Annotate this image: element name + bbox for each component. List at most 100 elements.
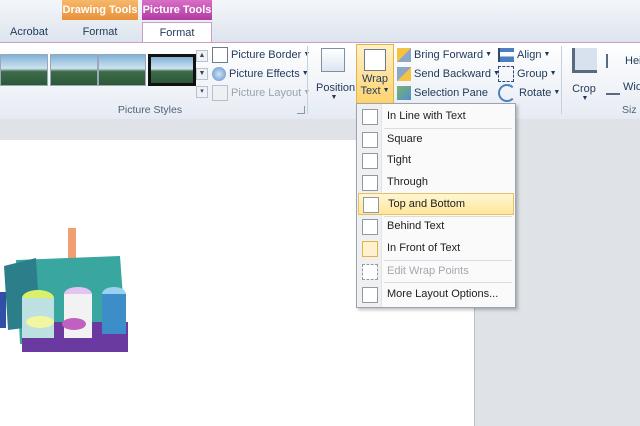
picture-effects-label: Picture Effects — [229, 68, 300, 80]
dropdown-arrow-icon: ▼ — [553, 89, 561, 97]
menu-item-more-layout-options[interactable]: More Layout Options... — [358, 284, 514, 304]
dropdown-arrow-icon: ▼ — [382, 87, 390, 95]
dialog-launcher-icon[interactable] — [297, 106, 305, 114]
picture-layout-label: Picture Layout — [231, 87, 302, 99]
bring-forward-label: Bring Forward — [414, 49, 484, 61]
group-button[interactable]: Group ▼ — [498, 65, 557, 83]
picture-style-thumb-4[interactable] — [148, 54, 196, 86]
clip-art-image[interactable] — [0, 226, 140, 364]
group-divider — [307, 46, 308, 114]
drawing-tools-context-label: Drawing Tools — [62, 0, 138, 20]
in-line-wrap-icon — [362, 109, 378, 125]
liquid-shape — [62, 318, 86, 330]
align-label: Align — [517, 49, 542, 61]
menu-item-edit-wrap-points[interactable]: Edit Wrap Points — [358, 261, 514, 281]
dropdown-arrow-icon: ▼ — [330, 94, 338, 101]
tab-acrobat[interactable]: Acrobat — [0, 22, 58, 42]
wrap-text-button[interactable]: Wrap Text ▼ — [356, 44, 394, 104]
bring-forward-button[interactable]: Bring Forward ▼ — [397, 46, 492, 64]
tab-drawing-format[interactable]: Format — [62, 22, 138, 42]
menu-item-label: In Line with Text — [387, 110, 466, 122]
dropdown-arrow-icon: ▼ — [581, 95, 589, 102]
align-button[interactable]: Align ▼ — [498, 46, 550, 64]
rotate-icon — [498, 84, 516, 103]
menu-item-label: In Front of Text — [387, 242, 461, 254]
styles-more-icon[interactable]: ▾ — [196, 86, 208, 98]
wrap-text-label-line1: Wrap — [361, 73, 389, 85]
width-field[interactable]: Wid — [606, 78, 640, 96]
menu-item-in-front-of-text[interactable]: In Front of Text — [358, 238, 514, 258]
menu-item-label: Square — [387, 133, 423, 145]
menu-item-square[interactable]: Square — [358, 129, 514, 149]
rotate-button[interactable]: Rotate ▼ — [498, 84, 561, 103]
liquid-shape — [26, 316, 54, 328]
menu-separator — [384, 282, 512, 283]
more-layout-options-icon — [362, 287, 378, 303]
menu-item-through[interactable]: Through — [358, 172, 514, 192]
top-and-bottom-wrap-icon — [363, 197, 379, 213]
menu-item-label: More Layout Options... — [387, 288, 499, 300]
menu-item-behind-text[interactable]: Behind Text — [358, 216, 514, 236]
menu-item-top-and-bottom[interactable]: Top and Bottom — [358, 193, 514, 215]
in-front-of-text-wrap-icon — [362, 241, 378, 257]
selection-pane-icon — [397, 86, 411, 101]
wrap-text-menu: In Line with Text Square Tight Through T… — [356, 103, 516, 308]
menu-item-label: Edit Wrap Points — [387, 265, 469, 277]
picture-border-button[interactable]: Picture Border▼ — [212, 46, 310, 64]
picture-effects-button[interactable]: Picture Effects ▼ — [212, 65, 309, 83]
dropdown-arrow-icon: ▼ — [485, 51, 493, 59]
crop-icon — [571, 48, 597, 73]
picture-layout-icon — [212, 85, 228, 102]
height-field[interactable]: Heig — [606, 52, 640, 70]
menu-item-in-line-with-text[interactable]: In Line with Text — [358, 106, 514, 126]
group-divider — [561, 46, 562, 114]
picture-effects-icon — [212, 67, 226, 82]
picture-styles-group-label: Picture Styles — [117, 104, 183, 116]
menu-item-label: Through — [387, 176, 428, 188]
rack-edge-shape — [0, 292, 6, 328]
crop-label: Crop — [572, 83, 596, 95]
width-label: Wid — [623, 81, 640, 93]
selection-pane-button[interactable]: Selection Pane — [397, 84, 488, 102]
send-backward-label: Send Backward — [414, 68, 492, 80]
align-icon — [498, 48, 514, 63]
height-icon — [606, 54, 622, 69]
height-label: Heig — [625, 55, 640, 67]
picture-layout-button[interactable]: Picture Layout▼ — [212, 84, 310, 102]
dropdown-arrow-icon: ▼ — [543, 51, 551, 59]
size-group-label: Siz — [622, 104, 637, 116]
through-wrap-icon — [362, 175, 378, 191]
dropdown-arrow-icon: ▼ — [549, 70, 557, 78]
beaker-shape — [102, 294, 126, 334]
picture-border-icon — [212, 47, 228, 64]
menu-item-label: Tight — [387, 154, 412, 166]
bring-forward-icon — [397, 48, 411, 63]
behind-text-wrap-icon — [362, 219, 378, 235]
square-wrap-icon — [362, 132, 378, 148]
width-icon — [606, 79, 620, 96]
group-icon — [498, 66, 514, 83]
menu-item-tight[interactable]: Tight — [358, 150, 514, 170]
picture-border-label: Picture Border — [231, 49, 302, 61]
picture-style-thumb-1[interactable] — [0, 54, 48, 86]
styles-scroll-down-icon[interactable]: ▼ — [196, 68, 208, 80]
menu-item-label: Behind Text — [387, 220, 445, 232]
send-backward-button[interactable]: Send Backward ▼ — [397, 65, 500, 83]
picture-style-thumb-3[interactable] — [98, 54, 146, 86]
tab-picture-format[interactable]: Format — [142, 22, 212, 43]
styles-scroll-up-icon[interactable]: ▲ — [196, 50, 208, 62]
menu-item-label: Top and Bottom — [388, 198, 466, 210]
position-label: Position — [316, 82, 356, 94]
crop-button[interactable]: Crop ▼ — [566, 46, 602, 116]
tight-wrap-icon — [362, 153, 378, 169]
picture-style-thumb-2[interactable] — [50, 54, 98, 86]
picture-tools-context-label: Picture Tools — [142, 0, 212, 20]
group-label: Group — [517, 68, 548, 80]
position-button[interactable]: Position ▼ — [316, 46, 356, 116]
wrap-text-label-line2: Text — [360, 85, 381, 97]
send-backward-icon — [397, 67, 411, 82]
wrap-text-icon — [364, 49, 386, 71]
edit-wrap-points-icon — [362, 264, 378, 280]
position-icon — [321, 48, 345, 72]
selection-pane-label: Selection Pane — [414, 87, 488, 99]
